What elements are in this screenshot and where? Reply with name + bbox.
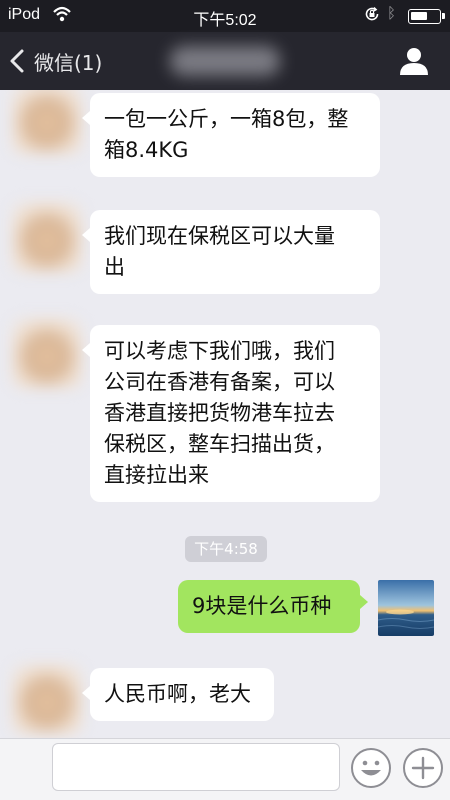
back-button[interactable]: 微信(1)	[8, 42, 102, 80]
my-avatar	[378, 580, 434, 636]
timestamp-label: 下午4:58	[185, 536, 267, 562]
chevron-left-icon	[10, 49, 24, 73]
sunset-avatar-image	[378, 580, 434, 636]
message-bubble[interactable]: 人民币啊，老大	[82, 668, 274, 721]
status-time: 下午5:02	[193, 12, 257, 29]
battery-icon	[408, 9, 445, 24]
avatar	[12, 90, 82, 154]
smiley-icon[interactable]	[350, 747, 392, 789]
avatar	[12, 664, 82, 734]
message-bubble[interactable]: 可以考虑下我们哦，我们 公司在香港有备案，可以 香港直接把货物港车拉去 保税区，…	[82, 325, 380, 502]
bluetooth-icon: ᛒ	[387, 5, 397, 22]
person-icon[interactable]	[398, 46, 430, 76]
chat-title-redacted	[170, 46, 280, 76]
input-bar	[0, 738, 450, 800]
nav-bar: 微信(1)	[0, 32, 450, 90]
avatar	[12, 202, 82, 272]
chat-area[interactable]: 一包一公斤，一箱8包，整 箱8.4KG 我们现在保税区可以大量 出 可以考虑下我…	[0, 90, 450, 738]
message-bubble[interactable]: 我们现在保税区可以大量 出	[82, 210, 380, 294]
status-bar: iPod 下午5:02 ᛒ	[0, 0, 450, 32]
back-label: 微信(1)	[34, 50, 103, 75]
orientation-lock-icon	[365, 6, 379, 21]
avatar	[12, 318, 82, 388]
message-bubble[interactable]: 9块是什么币种	[178, 580, 368, 633]
plus-icon[interactable]	[402, 747, 444, 789]
message-input[interactable]	[52, 743, 340, 791]
message-bubble[interactable]: 一包一公斤，一箱8包，整 箱8.4KG	[82, 93, 380, 177]
